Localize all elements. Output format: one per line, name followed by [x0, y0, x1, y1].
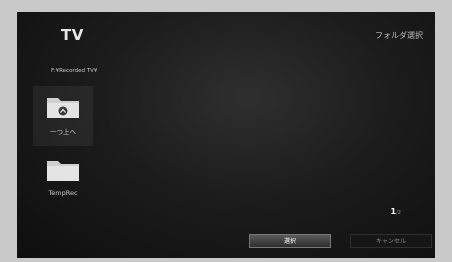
tv-folder-select-screen: TV フォルダ選択 F:¥Recorded TV¥ 一つ上へ TempRec 1…	[17, 12, 435, 258]
folder-item-temprec[interactable]: TempRec	[33, 149, 93, 209]
dialog-title: フォルダ選択	[375, 31, 423, 40]
folder-item-up[interactable]: 一つ上へ	[33, 86, 93, 146]
select-button[interactable]: 選択	[249, 234, 331, 248]
folder-label-up: 一つ上へ	[50, 128, 76, 136]
folder-label-temprec: TempRec	[48, 189, 78, 197]
app-title: TV	[61, 26, 84, 44]
page-total: /2	[396, 210, 401, 216]
current-path: F:¥Recorded TV¥	[51, 68, 98, 74]
folder-up-icon	[45, 94, 81, 120]
page-indicator: 1/2	[391, 207, 401, 216]
cancel-button[interactable]: キャンセル	[350, 234, 432, 248]
folder-icon	[45, 157, 81, 183]
